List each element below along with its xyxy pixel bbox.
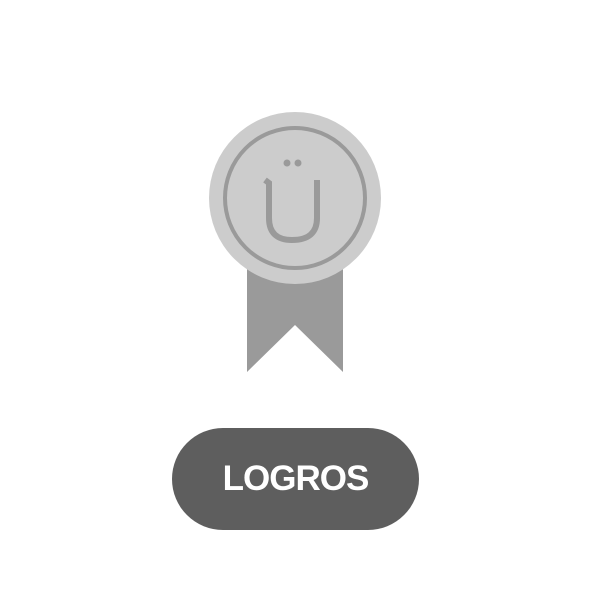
umlaut-dot-left bbox=[283, 159, 291, 167]
logros-button[interactable]: LOGROS bbox=[172, 428, 419, 530]
umlaut-dot-right bbox=[294, 159, 302, 167]
medal-disc bbox=[209, 112, 381, 284]
logros-button-label: LOGROS bbox=[222, 459, 370, 498]
medal-icon bbox=[209, 112, 381, 372]
